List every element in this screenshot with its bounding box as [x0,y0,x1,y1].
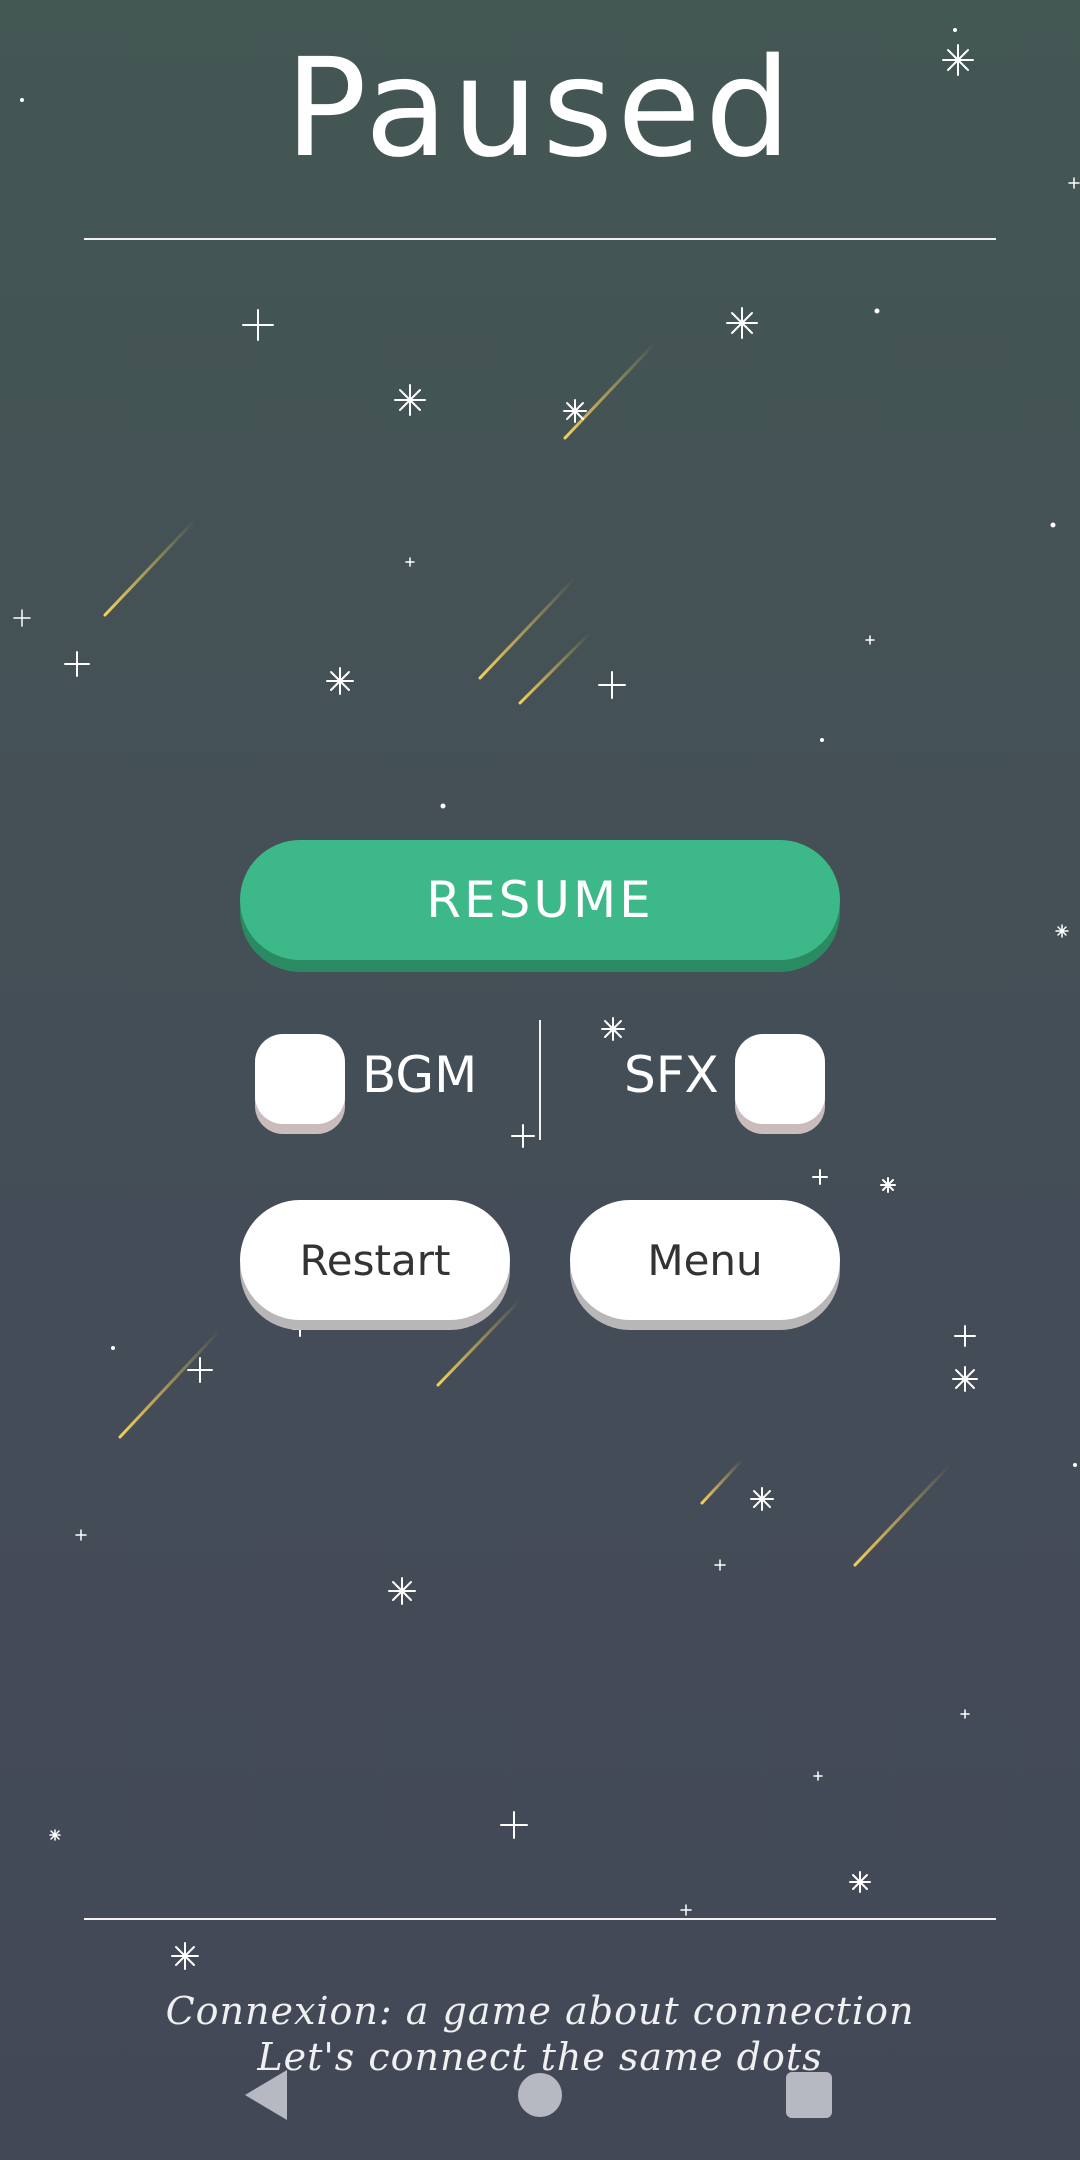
recents-square-icon[interactable] [786,2072,832,2118]
page-title: Paused [284,30,796,188]
restart-button[interactable]: Restart [240,1200,510,1320]
sfx-toggle[interactable] [735,1034,825,1124]
resume-button[interactable]: RESUME [240,840,840,960]
sfx-label: SFX [624,1046,719,1104]
toggle-divider [539,1020,541,1140]
footer-line-1: Connexion: a game about connection [165,1989,915,2033]
pause-screen: Paused RESUME BGM SFX Restart Menu Conne… [0,0,1080,2160]
sparkle-stars [13,28,1080,1970]
bottom-divider [84,1918,996,1920]
home-circle-icon[interactable] [518,2073,562,2117]
bgm-label: BGM [362,1046,478,1104]
back-triangle-icon[interactable] [245,2070,287,2120]
menu-button[interactable]: Menu [570,1200,840,1320]
audio-toggles: BGM SFX [0,1020,1080,1140]
system-navigation-bar [0,2060,1080,2130]
top-divider [84,238,996,240]
bgm-toggle[interactable] [255,1034,345,1124]
